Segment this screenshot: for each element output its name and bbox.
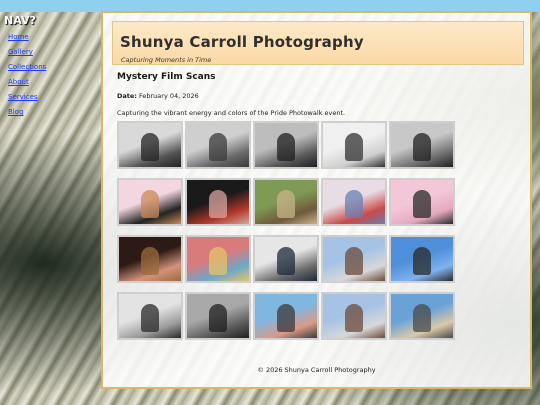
photo-thumbnail-person-at-car[interactable]	[185, 178, 251, 226]
footer-copyright: © 2026 Shunya Carroll Photography	[257, 366, 376, 374]
site-title: Shunya Carroll Photography	[120, 33, 364, 51]
nav-link-collections[interactable]: Collections	[8, 63, 94, 72]
site-header: Shunya Carroll Photography Capturing Mom…	[112, 21, 524, 65]
photo-subject-shape	[345, 133, 363, 161]
photo-subject-shape	[209, 247, 227, 275]
photo-subject-shape	[209, 304, 227, 332]
photo-subject-shape	[141, 304, 159, 332]
photo-thumbnail-pink-sky-figure[interactable]	[389, 178, 455, 226]
photo-subject-shape	[277, 190, 295, 218]
photo-subject-shape	[141, 133, 159, 161]
photo-thumbnail-cow-mask-box[interactable]	[117, 178, 183, 226]
photo-thumbnail-steel-structure-bw[interactable]	[253, 235, 319, 283]
photo-thumbnail-hat-and-feet-bw[interactable]	[117, 292, 183, 340]
photo-thumbnail-person-with-hat-sky-2[interactable]	[321, 292, 387, 340]
date-label: Date:	[117, 92, 137, 100]
nav-heading: NAV?	[4, 14, 36, 27]
photo-subject-shape	[345, 190, 363, 218]
photo-thumbnail-deck-green-trees[interactable]	[253, 178, 319, 226]
photo-thumbnail-bare-tree-bw[interactable]	[321, 121, 387, 169]
photo-subject-shape	[345, 304, 363, 332]
photo-subject-shape	[413, 133, 431, 161]
photo-subject-shape	[209, 133, 227, 161]
photo-thumbnail-man-in-cap-portrait[interactable]	[117, 121, 183, 169]
photo-subject-shape	[413, 247, 431, 275]
photo-thumbnail-women-night-selfie[interactable]	[117, 235, 183, 283]
nav-link-gallery[interactable]: Gallery	[8, 48, 94, 57]
photo-subject-shape	[141, 190, 159, 218]
photo-thumbnail-person-with-hat-sky[interactable]	[321, 235, 387, 283]
photo-subject-shape	[277, 304, 295, 332]
photo-thumbnail-seated-man-outdoors[interactable]	[185, 121, 251, 169]
nav-link-services[interactable]: Services	[8, 93, 94, 102]
photo-subject-shape	[345, 247, 363, 275]
photo-thumbnail-confetti-colors[interactable]	[185, 235, 251, 283]
nav-link-about[interactable]: About	[8, 78, 94, 87]
photo-subject-shape	[141, 247, 159, 275]
photo-thumbnail-face-with-water[interactable]	[253, 292, 319, 340]
photo-subject-shape	[277, 133, 295, 161]
nav-link-home[interactable]: Home	[8, 33, 94, 42]
photo-thumbnail-building-construction[interactable]	[389, 292, 455, 340]
photo-thumbnail-man-at-table-bw[interactable]	[389, 121, 455, 169]
photo-thumbnail-people-on-bench-bw[interactable]	[185, 292, 251, 340]
photo-thumbnail-man-closeup-bw[interactable]	[253, 121, 319, 169]
photo-subject-shape	[209, 190, 227, 218]
date-value: February 04, 2026	[138, 92, 199, 100]
photo-thumbnail-ferris-wheel-pier[interactable]	[321, 178, 387, 226]
site-tagline: Capturing Moments in Time	[121, 56, 212, 64]
post-date: Date: February 04, 2026	[117, 92, 199, 100]
sidebar-nav: NAV? Home Gallery Collections About Serv…	[4, 14, 94, 123]
nav-link-blog[interactable]: Blog	[8, 108, 94, 117]
photo-subject-shape	[413, 304, 431, 332]
photo-subject-shape	[277, 247, 295, 275]
main-content: Shunya Carroll Photography Capturing Mom…	[101, 11, 532, 389]
post-description: Capturing the vibrant energy and colors …	[117, 109, 346, 117]
photo-thumbnail-pole-blue-sky[interactable]	[389, 235, 455, 283]
photo-subject-shape	[413, 190, 431, 218]
post-title: Mystery Film Scans	[117, 72, 216, 82]
